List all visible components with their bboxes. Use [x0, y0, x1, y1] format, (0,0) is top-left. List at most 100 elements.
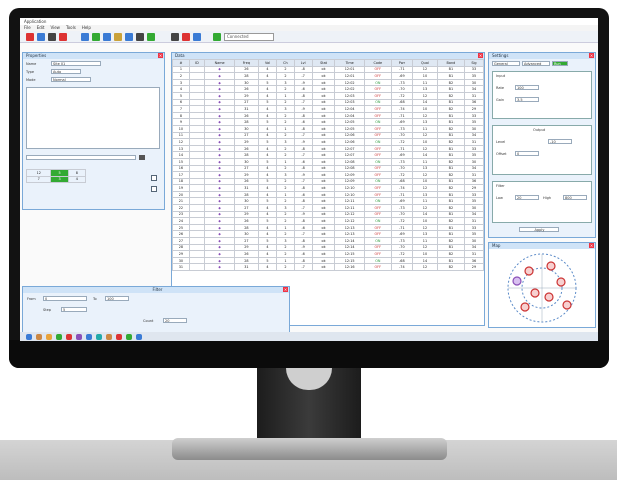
- table-row[interactable]: 14 ◆ 28 4 2 -7 ok 12:07 OFF -69 14 B1 35: [172, 151, 485, 159]
- close-icon[interactable]: ×: [478, 53, 483, 58]
- column-header[interactable]: Stat: [311, 59, 336, 67]
- table-row[interactable]: 11 ◆ 27 4 2 -7 ok 12:06 OFF -70 12 B1 34: [172, 131, 485, 140]
- connect-icon[interactable]: [213, 32, 221, 41]
- add-icon[interactable]: [147, 32, 155, 41]
- count-field[interactable]: 20: [163, 318, 187, 323]
- column-header[interactable]: Ch: [276, 59, 295, 67]
- table-row[interactable]: 13 ◆ 26 4 2 -8 ok 12:07 OFF -71 12 B1 33: [172, 144, 485, 153]
- column-header[interactable]: Lvl: [293, 59, 313, 67]
- site-marker[interactable]: [520, 302, 530, 312]
- table-icon[interactable]: [81, 32, 89, 41]
- step-field[interactable]: 5: [61, 307, 87, 312]
- map-canvas[interactable]: [489, 249, 595, 327]
- settings-icon[interactable]: [114, 32, 122, 41]
- tab-run[interactable]: Run: [552, 61, 568, 66]
- table-row[interactable]: 24 ◆ 26 5 2 -8 ok 12:12 ON -72 10 B2 31: [172, 217, 485, 225]
- table-row[interactable]: 20 ◆ 28 4 1 -6 ok 12:10 OFF -71 13 B1 33: [172, 190, 485, 199]
- column-header[interactable]: Time: [334, 59, 365, 67]
- taskbar-app-icon[interactable]: [126, 333, 132, 340]
- checkbox[interactable]: [151, 186, 157, 192]
- column-header[interactable]: Qual: [411, 59, 438, 67]
- column-header[interactable]: Pwr: [390, 59, 413, 67]
- site-marker[interactable]: [544, 292, 554, 302]
- to-field[interactable]: 100: [105, 296, 129, 301]
- column-header[interactable]: Code: [363, 59, 392, 67]
- table-row[interactable]: 7 ◆ 31 4 3 -9 ok 12:04 OFF -74 10 B2 29: [172, 105, 485, 113]
- site-marker[interactable]: [530, 288, 540, 298]
- table-row[interactable]: 5 ◆ 29 4 1 -8 ok 12:03 OFF -72 12 B2 31: [172, 91, 485, 100]
- folder-icon[interactable]: [46, 333, 52, 340]
- table-row[interactable]: 16 ◆ 27 4 2 -8 ok 12:08 OFF -70 13 B1 34: [172, 164, 485, 173]
- table-row[interactable]: 12 ◆ 29 5 3 -9 ok 12:06 ON -72 10 B2 31: [172, 138, 485, 146]
- column-header[interactable]: Val: [257, 59, 278, 67]
- chart-icon[interactable]: [92, 32, 100, 41]
- site-marker[interactable]: [562, 300, 572, 310]
- tab-general[interactable]: General: [492, 61, 520, 66]
- taskbar-app-icon[interactable]: [76, 333, 82, 340]
- low-field[interactable]: 20: [515, 195, 539, 200]
- table-row[interactable]: 28 ◆ 29 4 2 -9 ok 12:14 OFF -70 12 B1 34: [172, 243, 485, 252]
- table-row[interactable]: 18 ◆ 26 5 2 -7 ok 12:09 ON -68 10 B1 36: [172, 177, 485, 186]
- table-row[interactable]: 25 ◆ 28 4 1 -6 ok 12:13 OFF -71 12 B1 33: [172, 223, 485, 232]
- apply-button[interactable]: Apply: [519, 227, 559, 232]
- taskbar-app-icon[interactable]: [116, 333, 122, 340]
- table-row[interactable]: 1 ◆ 26 4 2 -8 ok 12:01 OFF -71 12 B1 33: [172, 65, 485, 74]
- menu-view[interactable]: View: [50, 25, 60, 31]
- close-icon[interactable]: ×: [589, 53, 594, 58]
- gain-field[interactable]: 3.5: [515, 97, 539, 102]
- refresh-icon[interactable]: [193, 32, 201, 41]
- offset-field[interactable]: 0: [515, 151, 539, 156]
- export-icon[interactable]: [171, 32, 179, 41]
- table-row[interactable]: 10 ◆ 30 4 1 -8 ok 12:05 OFF -73 11 B2 30: [172, 124, 485, 133]
- notes-area[interactable]: [26, 87, 160, 149]
- open-icon[interactable]: [37, 32, 45, 41]
- close-icon[interactable]: ×: [158, 53, 163, 58]
- high-field[interactable]: 800: [563, 195, 587, 200]
- table-row[interactable]: 4 ◆ 26 4 2 -6 ok 12:02 OFF -70 13 B1 34: [172, 85, 485, 93]
- column-header[interactable]: Name: [204, 59, 236, 67]
- taskbar-app-icon[interactable]: [106, 333, 112, 340]
- table-row[interactable]: 23 ◆ 29 4 2 -9 ok 12:12 OFF -70 14 B1 34: [172, 210, 485, 219]
- mode-field[interactable]: Normal: [51, 77, 91, 82]
- site-marker[interactable]: [556, 277, 566, 287]
- name-field[interactable]: Site 01: [51, 61, 101, 66]
- column-header[interactable]: Freq: [234, 59, 259, 67]
- close-icon[interactable]: ×: [283, 287, 288, 292]
- column-header[interactable]: #: [172, 59, 190, 67]
- column-header[interactable]: Sig: [463, 59, 485, 67]
- taskbar-app-icon[interactable]: [36, 333, 42, 340]
- taskbar-app-icon[interactable]: [136, 333, 142, 340]
- from-field[interactable]: 0: [43, 296, 87, 301]
- menu-tools[interactable]: Tools: [66, 25, 76, 31]
- selected-marker[interactable]: [512, 276, 522, 286]
- taskbar-app-icon[interactable]: [66, 333, 72, 340]
- taskbar-app-icon[interactable]: [96, 333, 102, 340]
- type-field[interactable]: Auto: [51, 69, 81, 74]
- rate-field[interactable]: 100: [515, 85, 539, 90]
- table-row[interactable]: 15 ◆ 30 5 1 -6 ok 12:08 ON -73 11 B2 30: [172, 157, 485, 166]
- table-row[interactable]: 3 ◆ 30 5 3 -9 ok 12:02 ON -73 11 B2 30: [172, 78, 485, 87]
- table-row[interactable]: 2 ◆ 28 4 2 -7 ok 12:01 OFF -69 10 B1 35: [172, 72, 485, 80]
- table-row[interactable]: 8 ◆ 26 4 2 -8 ok 12:04 OFF -71 12 B1 33: [172, 111, 485, 120]
- table-row[interactable]: 29 ◆ 26 4 2 -6 ok 12:15 OFF -72 10 B2 31: [172, 250, 485, 258]
- search-input[interactable]: [26, 155, 136, 160]
- site-marker[interactable]: [546, 261, 556, 271]
- menu-edit[interactable]: Edit: [37, 25, 45, 31]
- menu-help[interactable]: Help: [82, 25, 91, 31]
- site-marker[interactable]: [524, 266, 534, 276]
- start-icon[interactable]: [26, 333, 32, 340]
- table-row[interactable]: 30 ◆ 28 5 1 -8 ok 12:15 ON -68 14 B1 36: [172, 256, 485, 265]
- grid-icon[interactable]: [103, 32, 111, 41]
- table-row[interactable]: 9 ◆ 28 5 2 -6 ok 12:05 ON -69 13 B1 35: [172, 118, 485, 126]
- search-icon[interactable]: [139, 155, 145, 160]
- table-row[interactable]: 19 ◆ 31 4 2 -8 ok 12:10 OFF -74 12 B2 29: [172, 184, 485, 192]
- close-icon[interactable]: ×: [589, 243, 594, 248]
- stop-icon[interactable]: [26, 32, 34, 41]
- table-row[interactable]: 22 ◆ 27 4 3 -7 ok 12:11 OFF -73 12 B2 30: [172, 204, 485, 212]
- table-row[interactable]: 26 ◆ 30 4 2 -7 ok 12:13 OFF -69 13 B1 35: [172, 230, 485, 239]
- alert-icon[interactable]: [182, 32, 190, 41]
- column-header[interactable]: ID: [188, 59, 206, 67]
- delete-icon[interactable]: [59, 32, 67, 41]
- save-icon[interactable]: [48, 32, 56, 41]
- level-field[interactable]: -10: [548, 139, 572, 144]
